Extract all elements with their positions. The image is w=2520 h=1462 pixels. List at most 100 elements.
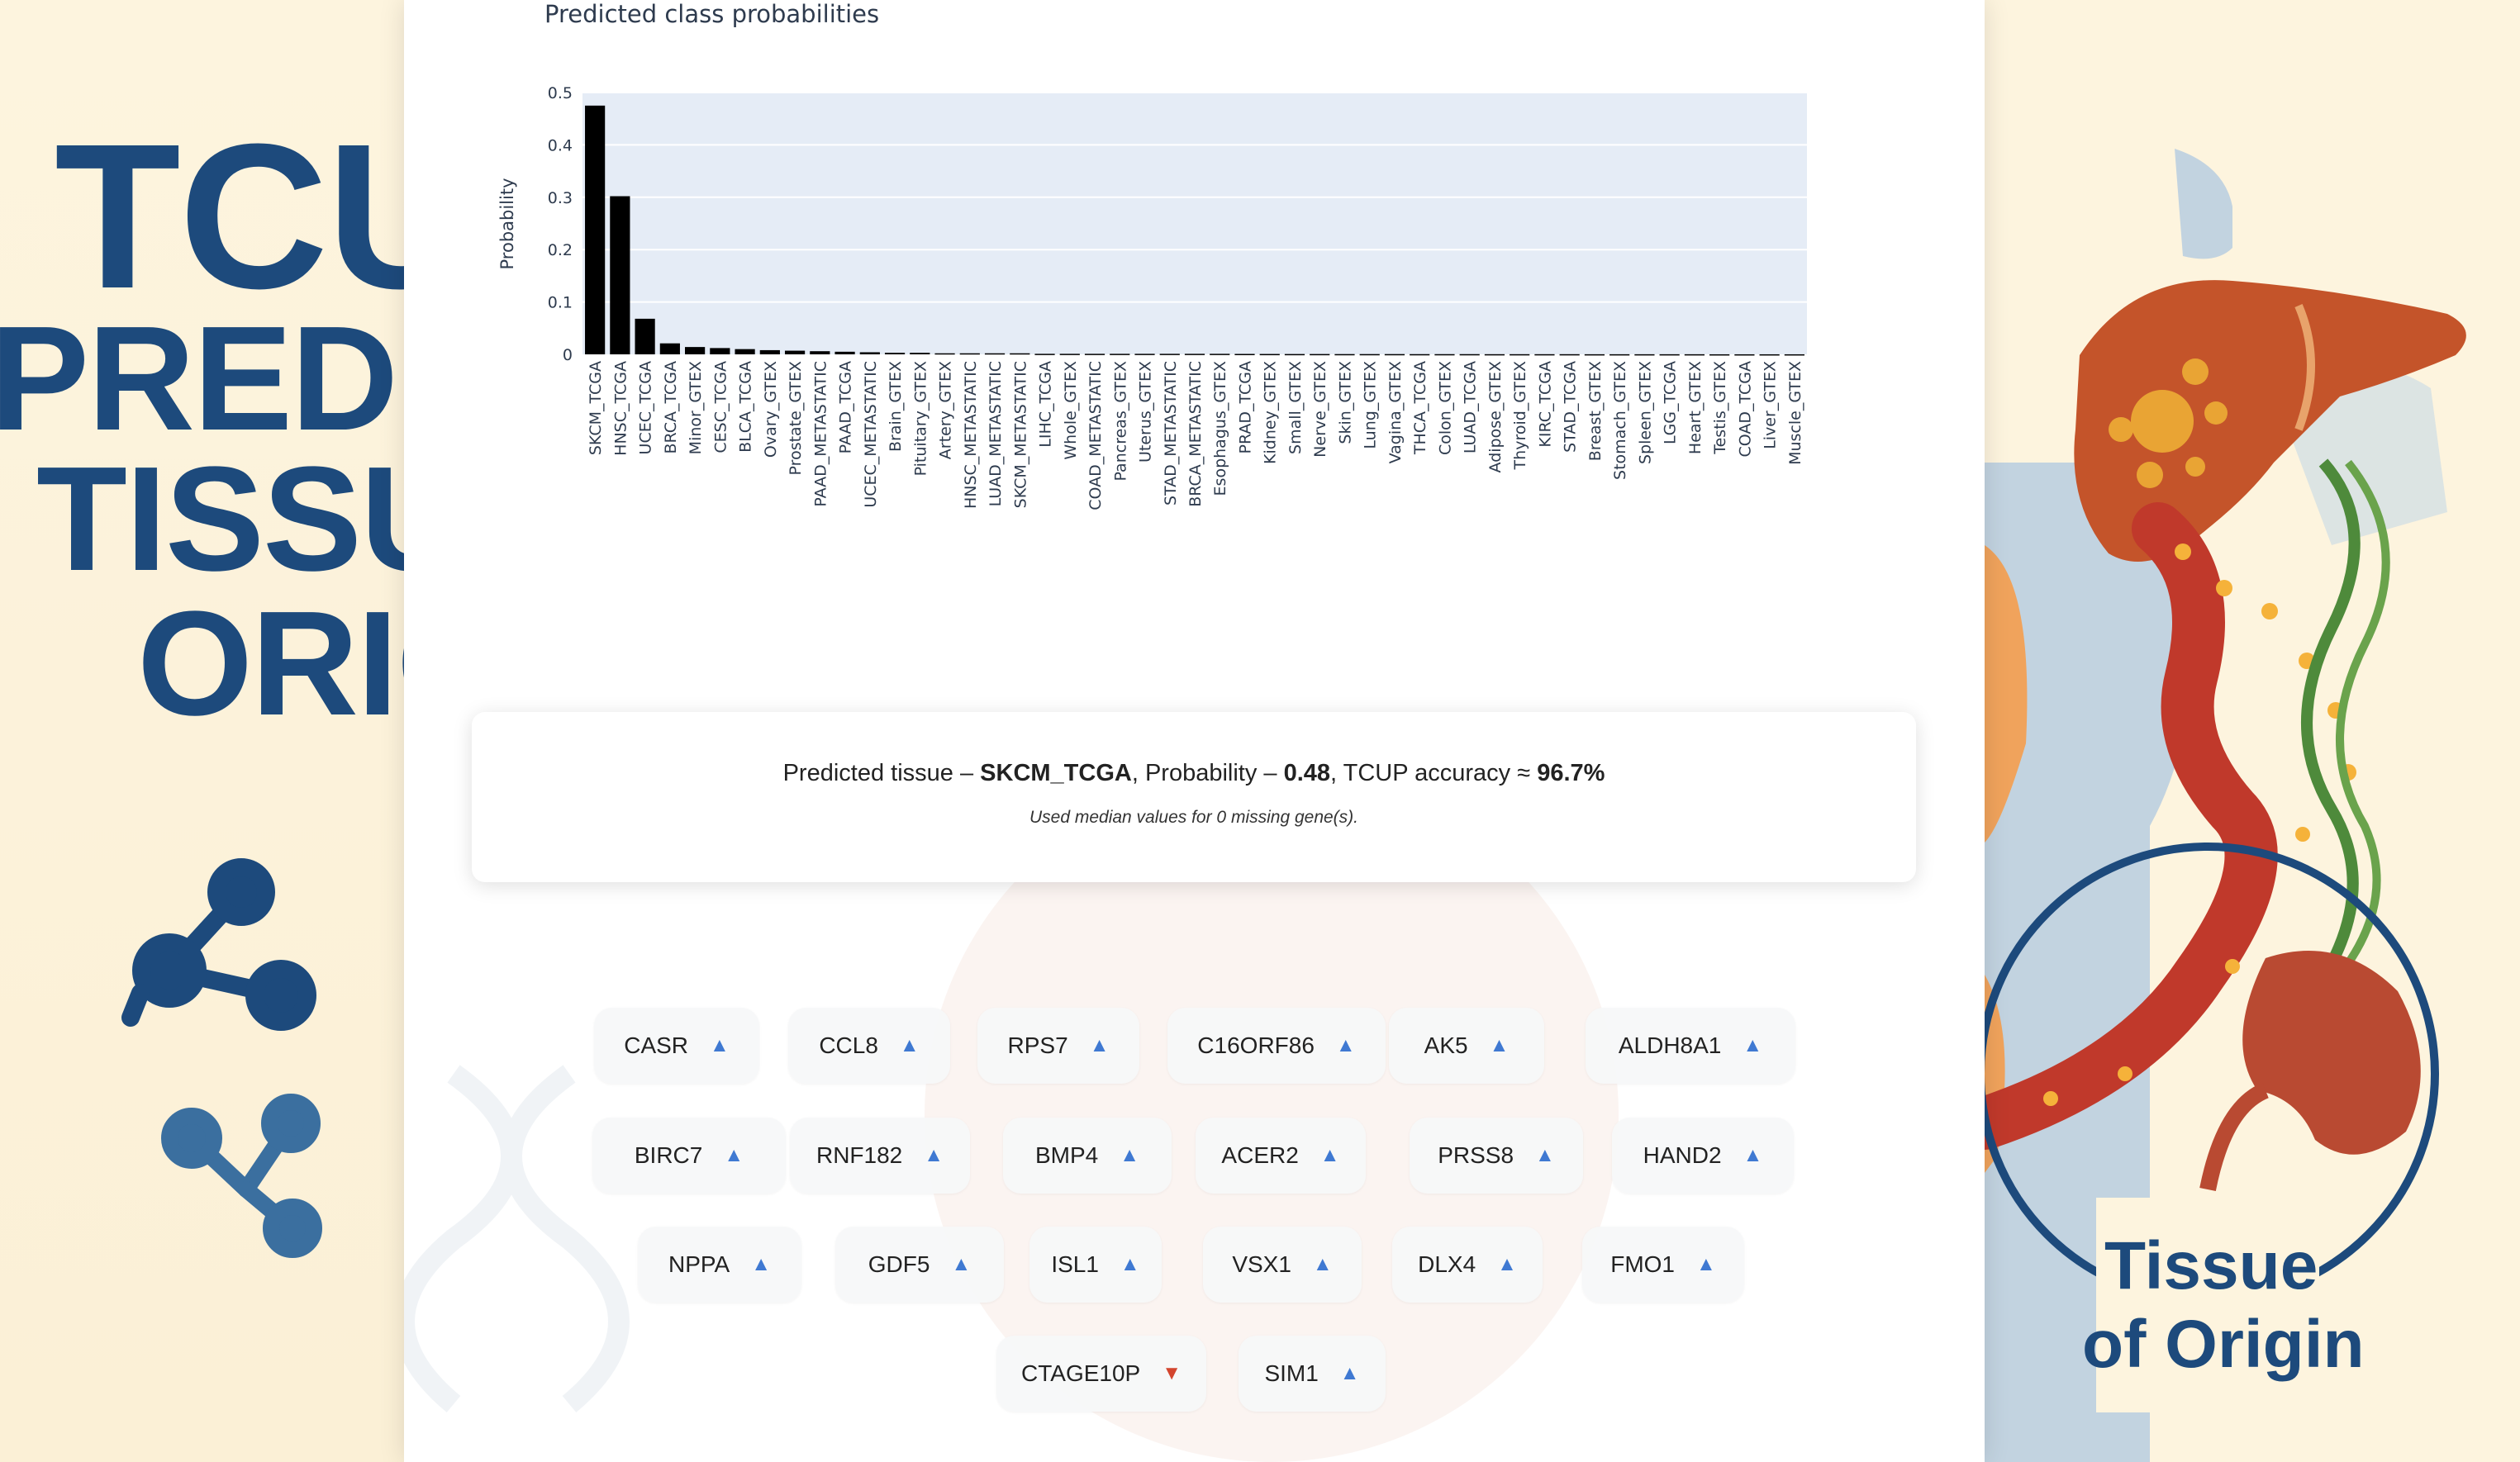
x-tick-label: Prostate_GTEX [787,361,805,475]
gene-chip-hand2[interactable]: HAND2 ▲ [1612,1118,1794,1194]
bar-prostate-gtex[interactable] [784,350,806,354]
bar-lihc-tcga[interactable] [1034,354,1055,355]
bar-lgg-tcga[interactable] [1659,354,1680,356]
bar-esophagus-gtex[interactable] [1210,354,1230,355]
gene-chip-sim1[interactable]: SIM1 ▲ [1239,1336,1386,1412]
bar-brain-gtex[interactable] [884,353,906,354]
gene-name: ISL1 [1051,1251,1099,1277]
y-tick-label: 0.1 [548,294,573,312]
bar-pituitary-gtex[interactable] [910,353,930,354]
x-tick-label: PRAD_TCGA [1236,361,1254,454]
bar-blca-tcga[interactable] [735,349,755,354]
bar-uterus-gtex[interactable] [1134,354,1155,355]
bar-breast-gtex[interactable] [1584,354,1605,356]
gene-chip-ccl8[interactable]: CCL8 ▲ [788,1008,950,1084]
gene-name: GDF5 [868,1251,930,1277]
bar-prad-tcga[interactable] [1234,354,1255,355]
x-tick-label: STAD_METASTATIC [1162,361,1180,506]
y-tick-label: 0.2 [548,241,573,259]
bar-testis-gtex[interactable] [1709,354,1730,356]
right-banner: Tissue of Origin [1985,0,2520,1462]
bar-muscle-gtex[interactable] [1784,354,1804,356]
bar-kidney-gtex[interactable] [1259,354,1280,356]
bar-stomach-gtex[interactable] [1609,354,1630,356]
x-tick-label: UCEC_METASTATIC [862,361,880,508]
bar-ovary-gtex[interactable] [759,349,780,354]
bar-coad-tcga[interactable] [1734,354,1755,356]
bar-skin-gtex[interactable] [1334,354,1355,356]
up-arrow-icon: ▲ [899,1034,920,1056]
bar-kirc-tcga[interactable] [1534,354,1555,356]
gene-chip-ctage10p[interactable]: CTAGE10P ▼ [996,1336,1206,1412]
bar-whole-gtex[interactable] [1059,354,1080,355]
gene-chip-ak5[interactable]: AK5 ▲ [1389,1008,1544,1084]
gene-chip-rps7[interactable]: RPS7 ▲ [977,1008,1139,1084]
bar-lung-gtex[interactable] [1359,354,1380,356]
gene-chip-casr[interactable]: CASR ▲ [594,1008,759,1084]
probability-bar-chart[interactable]: 0 0.1 0.2 0.3 0.4 0.5 SKCM_TCGA HNSC_TCGA UCEC_… [404,0,1985,545]
gene-chip-fmo1[interactable]: FMO1 ▲ [1582,1227,1744,1303]
gene-chip-aldh8a1[interactable]: ALDH8A1 ▲ [1586,1008,1795,1084]
bar-brca-tcga[interactable] [659,343,680,354]
bar-skcm-metastatic[interactable] [1010,353,1030,355]
bar-ucec-metastatic[interactable] [859,352,880,354]
x-tick-label: Muscle_GTEX [1786,361,1804,465]
bar-vagina-gtex[interactable] [1384,354,1405,356]
gene-chip-gdf5[interactable]: GDF5 ▲ [835,1227,1004,1303]
bar-pancreas-gtex[interactable] [1110,354,1130,355]
bar-paad-tcga[interactable] [834,351,855,354]
gene-chip-c16orf86[interactable]: C16ORF86 ▲ [1167,1008,1386,1084]
probability-prefix: , Probability – [1131,760,1284,786]
up-arrow-icon: ▲ [1497,1253,1517,1275]
x-tick-label: PAAD_TCGA [837,361,855,453]
gene-chip-isl1[interactable]: ISL1 ▲ [1029,1227,1162,1303]
bar-stad-metastatic[interactable] [1159,354,1180,355]
bar-minor-gtex[interactable] [685,347,706,354]
plot-area [582,93,1807,354]
y-tick-label: 0.4 [548,136,573,154]
bar-artery-gtex[interactable] [934,353,955,355]
bar-paad-metastatic[interactable] [810,351,830,354]
bar-adipose-gtex[interactable] [1484,354,1505,356]
bar-small-gtex[interactable] [1284,354,1305,356]
bar-luad-tcga[interactable] [1459,354,1480,356]
bar-liver-gtex[interactable] [1759,354,1780,356]
x-tick-label: Pancreas_GTEX [1111,361,1129,482]
bar-hnsc-metastatic[interactable] [959,353,980,355]
bar-nerve-gtex[interactable] [1310,354,1330,356]
bar-brca-metastatic[interactable] [1184,354,1205,355]
prediction-result-card: Predicted tissue – SKCM_TCGA, Probabilit… [472,712,1916,882]
x-tick-label: HNSC_TCGA [611,361,630,456]
gene-chip-vsx1[interactable]: VSX1 ▲ [1203,1227,1362,1303]
bar-coad-metastatic[interactable] [1084,354,1105,355]
up-arrow-icon: ▲ [1312,1253,1333,1275]
bar-cesc-tcga[interactable] [710,348,730,354]
gene-chip-bmp4[interactable]: BMP4 ▲ [1003,1118,1172,1194]
left-banner: TCUP PREDICTS TISSUE OF ORIGIN [0,0,404,1462]
bar-skcm-tcga[interactable] [585,105,606,354]
x-tick-label: BRCA_TCGA [662,361,680,454]
gene-chip-rnf182[interactable]: RNF182 ▲ [790,1118,970,1194]
x-tick-label: SKCM_TCGA [587,361,605,455]
bar-heart-gtex[interactable] [1684,354,1705,356]
x-tick-label: Pituitary_GTEX [911,361,930,476]
gene-chip-prss8[interactable]: PRSS8 ▲ [1410,1118,1583,1194]
bar-colon-gtex[interactable] [1434,354,1455,356]
gene-chip-nppa[interactable]: NPPA ▲ [638,1227,801,1303]
up-arrow-icon: ▲ [1743,1034,1763,1056]
bar-hnsc-tcga[interactable] [610,196,630,354]
gene-chip-birc7[interactable]: BIRC7 ▲ [592,1118,786,1194]
gene-chip-acer2[interactable]: ACER2 ▲ [1196,1118,1366,1194]
bar-ucec-tcga[interactable] [635,318,655,354]
bar-stad-tcga[interactable] [1559,354,1580,356]
bar-spleen-gtex[interactable] [1634,354,1655,356]
main-panel: Predicted class probabilities 0 0.1 0.2 0.3… [404,0,1985,1462]
bar-luad-metastatic[interactable] [984,353,1006,355]
gene-name: RPS7 [1007,1032,1068,1058]
x-tick-label: Testis_GTEX [1711,361,1729,455]
bar-thyroid-gtex[interactable] [1510,354,1530,356]
bar-thca-tcga[interactable] [1410,354,1430,356]
gene-chip-dlx4[interactable]: DLX4 ▲ [1392,1227,1543,1303]
x-tick-label: STAD_TCGA [1562,361,1580,453]
x-tick-label: Ovary_GTEX [762,361,780,458]
